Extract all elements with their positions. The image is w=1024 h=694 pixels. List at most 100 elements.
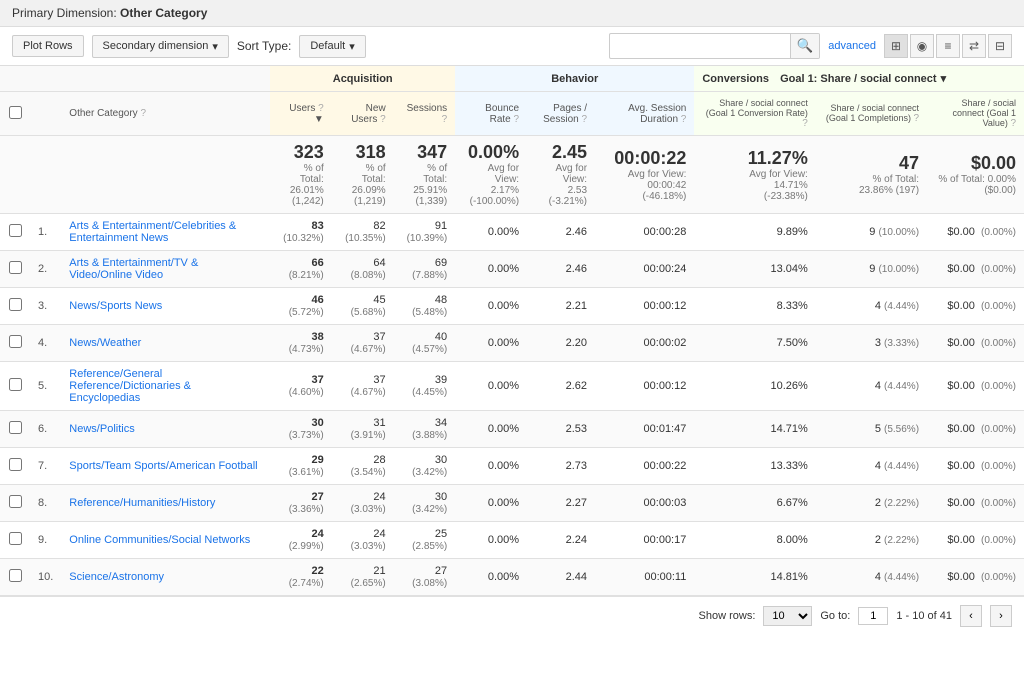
- behavior-group-header: Behavior: [455, 66, 694, 92]
- conv-rate-help-icon: ?: [802, 118, 808, 129]
- sort-default-dropdown[interactable]: Default ▾: [299, 35, 365, 58]
- data-table: Acquisition Behavior Conversions Goal 1:…: [0, 66, 1024, 596]
- summary-duration-cell: 00:00:22 Avg for View: 00:00:42 (-46.18%…: [595, 136, 694, 214]
- row-avg-duration: 00:00:24: [595, 251, 694, 288]
- row-avg-duration: 00:00:17: [595, 522, 694, 559]
- category-link[interactable]: Arts & Entertainment/TV & Video/Online V…: [69, 257, 198, 281]
- view-icon-bar[interactable]: ≡: [936, 34, 960, 58]
- row-checkbox[interactable]: [9, 421, 22, 434]
- row-checkbox[interactable]: [9, 378, 22, 391]
- row-checkbox-cell[interactable]: [0, 559, 30, 596]
- category-link[interactable]: News/Weather: [69, 337, 141, 349]
- category-link[interactable]: Arts & Entertainment/Celebrities & Enter…: [69, 220, 236, 244]
- row-checkbox[interactable]: [9, 569, 22, 582]
- row-conv-rate: 10.26%: [694, 362, 815, 411]
- table-row: 6. News/Politics 30 (3.73%) 31 (3.91%) 3…: [0, 411, 1024, 448]
- row-checkbox-cell[interactable]: [0, 485, 30, 522]
- row-new-users: 28 (3.54%): [332, 448, 394, 485]
- row-conv-rate: 13.33%: [694, 448, 815, 485]
- row-pages: 2.53: [527, 411, 595, 448]
- go-to-label: Go to:: [820, 610, 850, 622]
- view-icons: ⊞ ◉ ≡ ⇄ ⊟: [884, 34, 1012, 58]
- row-value: $0.00 (0.00%): [927, 559, 1024, 596]
- summary-value-cell: $0.00 % of Total: 0.00% ($0.00): [927, 136, 1024, 214]
- users-col-header[interactable]: Users ? ▼: [270, 92, 332, 136]
- category-link[interactable]: News/Politics: [69, 423, 134, 435]
- plot-rows-button[interactable]: Plot Rows: [12, 35, 84, 57]
- go-to-input[interactable]: [858, 607, 888, 625]
- search-input[interactable]: [610, 36, 790, 56]
- row-checkbox-cell[interactable]: [0, 214, 30, 251]
- value-col-header[interactable]: Share / social connect (Goal 1 Value) ?: [927, 92, 1024, 136]
- row-pages: 2.27: [527, 485, 595, 522]
- bounce-rate-col-header[interactable]: Bounce Rate ?: [455, 92, 527, 136]
- row-num: 1.: [30, 214, 61, 251]
- view-icon-pie[interactable]: ◉: [910, 34, 934, 58]
- row-checkbox[interactable]: [9, 335, 22, 348]
- prev-page-button[interactable]: ‹: [960, 605, 982, 627]
- summary-new-users-cell: 318 % of Total: 26.09% (1,219): [332, 136, 394, 214]
- advanced-link[interactable]: advanced: [828, 40, 876, 52]
- category-link[interactable]: Online Communities/Social Networks: [69, 534, 250, 546]
- row-sessions: 48 (5.48%): [394, 288, 456, 325]
- row-checkbox-cell[interactable]: [0, 288, 30, 325]
- row-conv-rate: 7.50%: [694, 325, 815, 362]
- row-users: 27 (3.36%): [270, 485, 332, 522]
- row-checkbox[interactable]: [9, 224, 22, 237]
- completions-col-header[interactable]: Share / social connect (Goal 1 Completio…: [816, 92, 927, 136]
- conv-rate-col-header[interactable]: Share / social connect (Goal 1 Conversio…: [694, 92, 815, 136]
- row-value: $0.00 (0.00%): [927, 522, 1024, 559]
- rows-per-page-select[interactable]: 102550100: [763, 606, 812, 626]
- row-checkbox[interactable]: [9, 532, 22, 545]
- row-checkbox-cell[interactable]: [0, 325, 30, 362]
- category-link[interactable]: News/Sports News: [69, 300, 162, 312]
- row-sessions: 91 (10.39%): [394, 214, 456, 251]
- view-icon-pivot[interactable]: ⊟: [988, 34, 1012, 58]
- sessions-col-header[interactable]: Sessions ?: [394, 92, 456, 136]
- row-sessions: 30 (3.42%): [394, 448, 456, 485]
- row-bounce-rate: 0.00%: [455, 559, 527, 596]
- row-checkbox[interactable]: [9, 495, 22, 508]
- primary-dimension-bar: Primary Dimension: Other Category: [0, 0, 1024, 27]
- row-num: 9.: [30, 522, 61, 559]
- category-link[interactable]: Science/Astronomy: [69, 571, 164, 583]
- row-checkbox[interactable]: [9, 261, 22, 274]
- next-page-button[interactable]: ›: [990, 605, 1012, 627]
- view-icon-compare[interactable]: ⇄: [962, 34, 986, 58]
- table-row: 3. News/Sports News 46 (5.72%) 45 (5.68%…: [0, 288, 1024, 325]
- category-link[interactable]: Sports/Team Sports/American Football: [69, 460, 257, 472]
- row-checkbox-cell[interactable]: [0, 411, 30, 448]
- avg-duration-col-header[interactable]: Avg. Session Duration ?: [595, 92, 694, 136]
- view-icon-table[interactable]: ⊞: [884, 34, 908, 58]
- select-all-checkbox[interactable]: [9, 106, 22, 119]
- row-checkbox-cell[interactable]: [0, 522, 30, 559]
- row-checkbox[interactable]: [9, 298, 22, 311]
- row-num: 4.: [30, 325, 61, 362]
- table-row: 1. Arts & Entertainment/Celebrities & En…: [0, 214, 1024, 251]
- row-conv-rate: 14.71%: [694, 411, 815, 448]
- category-link[interactable]: Reference/General Reference/Dictionaries…: [69, 368, 191, 404]
- category-link[interactable]: Reference/Humanities/History: [69, 497, 215, 509]
- row-category: Reference/General Reference/Dictionaries…: [61, 362, 270, 411]
- goal-dropdown-icon[interactable]: ▾: [941, 72, 947, 85]
- category-col-header: Other Category ?: [61, 92, 270, 136]
- row-checkbox-cell[interactable]: [0, 448, 30, 485]
- pages-col-header[interactable]: Pages / Session ?: [527, 92, 595, 136]
- new-users-col-header[interactable]: New Users ?: [332, 92, 394, 136]
- row-new-users: 24 (3.03%): [332, 522, 394, 559]
- row-bounce-rate: 0.00%: [455, 288, 527, 325]
- row-completions: 2 (2.22%): [816, 522, 927, 559]
- row-pages: 2.24: [527, 522, 595, 559]
- row-new-users: 64 (8.08%): [332, 251, 394, 288]
- row-checkbox-cell[interactable]: [0, 251, 30, 288]
- row-category: Arts & Entertainment/Celebrities & Enter…: [61, 214, 270, 251]
- row-num: 5.: [30, 362, 61, 411]
- users-help-icon: ?: [318, 103, 324, 114]
- num-header: [30, 66, 61, 92]
- search-button[interactable]: 🔍: [790, 34, 820, 58]
- secondary-dimension-dropdown[interactable]: Secondary dimension ▾: [92, 35, 229, 58]
- primary-dimension-value: Other Category: [120, 6, 207, 20]
- row-checkbox-cell[interactable]: [0, 362, 30, 411]
- row-checkbox[interactable]: [9, 458, 22, 471]
- select-all-checkbox-header[interactable]: [0, 92, 30, 136]
